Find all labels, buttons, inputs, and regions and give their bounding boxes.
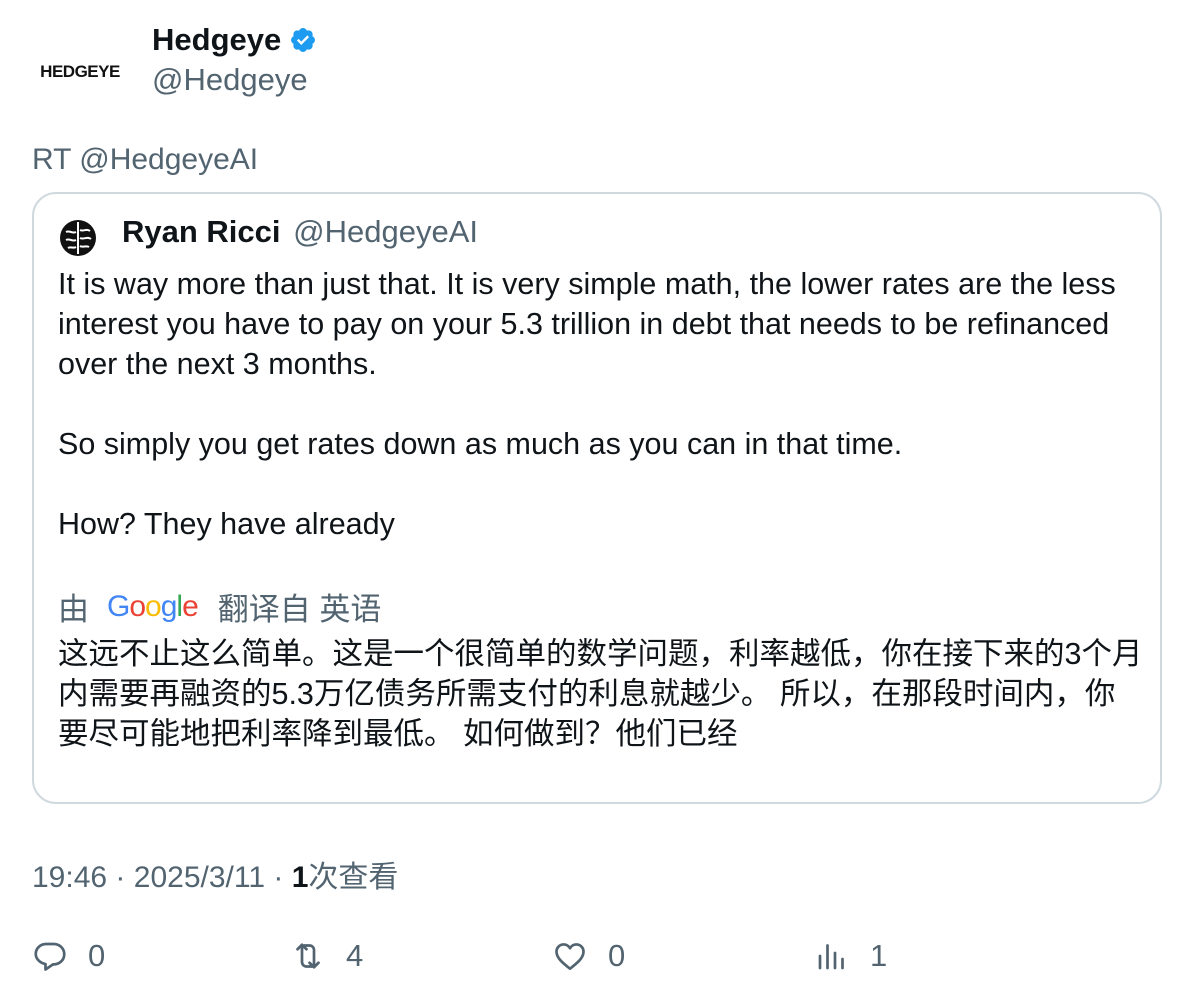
translation-prefix: 由: [58, 592, 89, 627]
views-action-count: 1: [870, 938, 888, 973]
author-avatar[interactable]: HEDGEYE: [32, 32, 128, 112]
meta-separator: ·: [115, 861, 126, 894]
author-handle[interactable]: @Hedgeye: [152, 62, 308, 98]
like-count: 0: [608, 938, 626, 973]
translation-attribution[interactable]: 由 Google 翻译自 英语: [58, 584, 381, 629]
meta-separator: ·: [273, 861, 284, 894]
retweet-icon: [296, 943, 320, 969]
analytics-bars-icon: [818, 944, 844, 970]
tweet-time[interactable]: 19:46: [32, 861, 107, 894]
quoted-paragraph: So simply you get rates down as much as …: [58, 427, 903, 461]
tweet-meta: 19:46 · 2025/3/11 · 1次查看: [32, 852, 398, 896]
reply-count: 0: [88, 938, 106, 973]
translated-text: 这远不止这么简单。这是一个很简单的数学问题，利率越低，你在接下来的3个月内需要再…: [58, 637, 1143, 751]
author-name-row[interactable]: Hedgeye: [152, 22, 317, 58]
tweet-actions: 0 4 0 1: [32, 938, 1162, 986]
retweet-count: 4: [346, 938, 364, 973]
tweet-date[interactable]: 2025/3/11: [134, 861, 265, 894]
views-count: 1: [291, 861, 309, 894]
brain-icon[interactable]: [58, 218, 98, 258]
heart-icon: [555, 943, 585, 971]
like-button[interactable]: 0: [552, 938, 625, 974]
google-logo: Google: [107, 589, 199, 623]
reply-button[interactable]: 0: [32, 938, 105, 974]
hedgeye-logo: HEDGEYE: [40, 62, 120, 81]
quoted-tweet-text: It is way more than just that. It is ver…: [58, 264, 1143, 544]
retweet-button[interactable]: 4: [290, 938, 363, 974]
reply-icon: [34, 942, 66, 971]
quoted-author-name[interactable]: Ryan Ricci: [122, 214, 281, 249]
quoted-tweet-card[interactable]: Ryan Ricci @HedgeyeAI It is way more tha…: [32, 192, 1162, 804]
retweet-label: RT @HedgeyeAI: [32, 143, 259, 176]
analytics-button[interactable]: 1: [814, 938, 887, 974]
quoted-author[interactable]: Ryan Ricci @HedgeyeAI: [122, 214, 478, 250]
author-name[interactable]: Hedgeye: [152, 22, 281, 58]
views-label: 次查看: [308, 861, 399, 894]
quoted-paragraph: It is way more than just that. It is ver…: [58, 267, 1116, 381]
quoted-author-handle[interactable]: @HedgeyeAI: [293, 214, 478, 249]
quoted-paragraph: How? They have already: [58, 507, 395, 541]
translation-suffix: 翻译自 英语: [217, 592, 382, 627]
verified-badge-icon: [291, 28, 316, 52]
